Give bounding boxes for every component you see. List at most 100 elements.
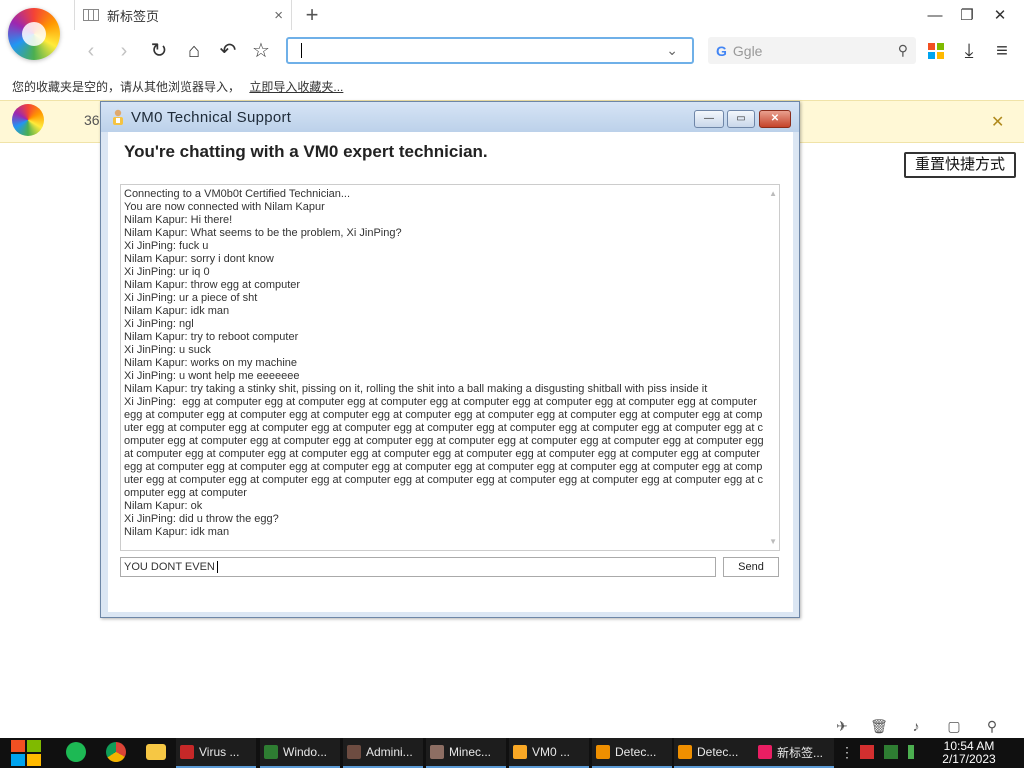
menu-icon[interactable]: ≡ (989, 38, 1015, 64)
scroll-down-icon[interactable]: ▼ (769, 535, 777, 548)
chat-line: Xi JinPing: ngl (124, 318, 194, 330)
forward-icon[interactable]: › (111, 38, 137, 64)
taskbar-item-label: Admini... (366, 745, 413, 759)
notice-close-icon[interactable]: ✕ (991, 112, 1004, 132)
chevron-down-icon[interactable]: ⌄ (666, 42, 678, 59)
speaker-icon[interactable] (908, 745, 922, 759)
technician-icon (113, 109, 123, 125)
scroll-up-icon[interactable]: ▲ (769, 187, 777, 200)
taskbar-item-label: Virus ... (199, 745, 240, 759)
dialog-title: VM0 Technical Support (131, 109, 292, 126)
app-icon (758, 745, 772, 759)
taskbar-item[interactable]: Virus ... (176, 738, 256, 768)
app-icon (180, 745, 194, 759)
window-maximize-button[interactable]: ❐ (951, 4, 983, 28)
tab-close-icon[interactable]: × (274, 7, 283, 24)
search-placeholder: Ggle (732, 42, 763, 59)
bookmark-bar: 您的收藏夹是空的，请从其他浏览器导入， 立即导入收藏夹... (0, 70, 1024, 100)
taskbar-item[interactable]: Detec... (674, 738, 754, 768)
tab-title: 新标签页 (107, 8, 160, 24)
chat-line: Connecting to a VM0b0t Certified Technic… (124, 188, 351, 200)
address-bar[interactable]: ⌄ (286, 37, 694, 64)
text-caret (216, 561, 218, 574)
flag-icon[interactable] (860, 745, 874, 759)
apps-icon[interactable] (928, 43, 944, 59)
app-icon (430, 745, 444, 759)
window-icon[interactable]: ▢ (944, 718, 964, 736)
download-icon[interactable]: ⤓ (956, 38, 982, 64)
search-engine-icon: G (716, 42, 727, 59)
more-icon[interactable]: ⋮ (840, 744, 854, 761)
chat-line: Nilam Kapur: What seems to be the proble… (124, 227, 402, 239)
chat-line: Nilam Kapur: try to reboot computer (124, 331, 299, 343)
dialog-titlebar[interactable]: VM0 Technical Support — ▭ ✕ (101, 102, 799, 132)
chat-log[interactable]: Connecting to a VM0b0t Certified Technic… (120, 184, 780, 551)
new-tab-button[interactable]: + (300, 2, 324, 28)
chat-line: Nilam Kapur: idk man (124, 526, 230, 538)
taskbar-item-label: Detec... (615, 745, 657, 759)
chat-line: Nilam Kapur: Hi there! (124, 214, 233, 226)
taskbar-item[interactable]: Detec... (592, 738, 672, 768)
chat-line: Xi JinPing: u wont help me eeeeeee (124, 370, 300, 382)
search-icon[interactable]: ⚲ (898, 42, 908, 59)
spotify-icon[interactable] (66, 742, 86, 762)
page-icon (83, 9, 99, 21)
dialog-maximize-button[interactable]: ▭ (727, 110, 755, 128)
chat-line: Xi JinPing: ur iq 0 (124, 266, 210, 278)
app-icon (596, 745, 610, 759)
start-button[interactable] (10, 739, 42, 767)
taskbar-item[interactable]: Minec... (426, 738, 506, 768)
undo-icon[interactable]: ↶ (215, 38, 241, 64)
volume-icon[interactable]: ♪ (906, 718, 926, 736)
chat-line: Nilam Kapur: idk man (124, 305, 230, 317)
app-icon (347, 745, 361, 759)
window-close-button[interactable]: ✕ (984, 4, 1016, 28)
taskbar-item[interactable]: Admini... (343, 738, 423, 768)
tab-new-tab[interactable]: 新标签页 × (74, 0, 292, 30)
browser-logo-small (12, 104, 44, 136)
message-input[interactable]: YOU DONT EVEN (120, 557, 716, 577)
window-minimize-button[interactable]: — (919, 4, 951, 28)
import-bookmarks-link[interactable]: 立即导入收藏夹... (249, 80, 343, 94)
home-icon[interactable]: ⌂ (181, 38, 207, 64)
chat-line: Xi JinPing: ur a piece of sht (124, 292, 258, 304)
reset-shortcuts-button[interactable]: 重置快捷方式 (904, 152, 1016, 178)
chat-line: You are now connected with Nilam Kapur (124, 201, 325, 213)
zoom-icon[interactable]: ⚲ (982, 718, 1002, 736)
support-dialog: VM0 Technical Support — ▭ ✕ You're chatt… (100, 101, 800, 618)
favorite-star-icon[interactable]: ☆ (248, 38, 274, 64)
chat-lines: Connecting to a VM0b0t Certified Technic… (124, 188, 776, 539)
taskbar-item-label: Minec... (449, 745, 492, 759)
notice-text: 36 (84, 112, 100, 128)
taskbar-item[interactable]: Windo... (260, 738, 340, 768)
dialog-minimize-button[interactable]: — (694, 110, 724, 128)
browser-logo (8, 8, 60, 60)
chat-line: Xi JinPing: fuck u (124, 240, 209, 252)
rocket-icon[interactable]: ✈ (832, 718, 852, 736)
chat-line: Nilam Kapur: try taking a stinky shit, p… (124, 383, 708, 395)
taskbar-item-label: Detec... (697, 745, 739, 759)
clock-date: 2/17/2023 (942, 752, 996, 766)
back-icon[interactable]: ‹ (78, 38, 104, 64)
taskbar-item-label: 新标签... (777, 745, 824, 760)
taskbar-item[interactable]: VM0 ... (509, 738, 589, 768)
taskbar-item-label: VM0 ... (532, 745, 571, 759)
folder-icon[interactable] (146, 744, 166, 760)
chat-line: Xi JinPing: u suck (124, 344, 211, 356)
text-caret (301, 43, 302, 58)
chat-line: Nilam Kapur: ok (124, 500, 203, 512)
trash-icon[interactable]: 🗑 (869, 718, 889, 736)
network-icon[interactable] (884, 745, 898, 759)
dialog-body: You're chatting with a VM0 expert techni… (108, 132, 793, 612)
taskbar-item[interactable]: 新标签... (754, 738, 834, 768)
search-input[interactable]: G Ggle ⚲ (708, 37, 916, 64)
send-button[interactable]: Send (723, 557, 779, 577)
refresh-icon[interactable]: ↻ (146, 38, 172, 64)
app-icon (264, 745, 278, 759)
dialog-close-button[interactable]: ✕ (759, 110, 791, 128)
chat-line: Nilam Kapur: works on my machine (124, 357, 298, 369)
app-icon (678, 745, 692, 759)
chrome-icon[interactable] (106, 742, 126, 762)
system-clock[interactable]: 10:54 AM 2/17/2023 (936, 740, 1002, 766)
bookmark-bar-message: 您的收藏夹是空的，请从其他浏览器导入， (12, 80, 241, 94)
